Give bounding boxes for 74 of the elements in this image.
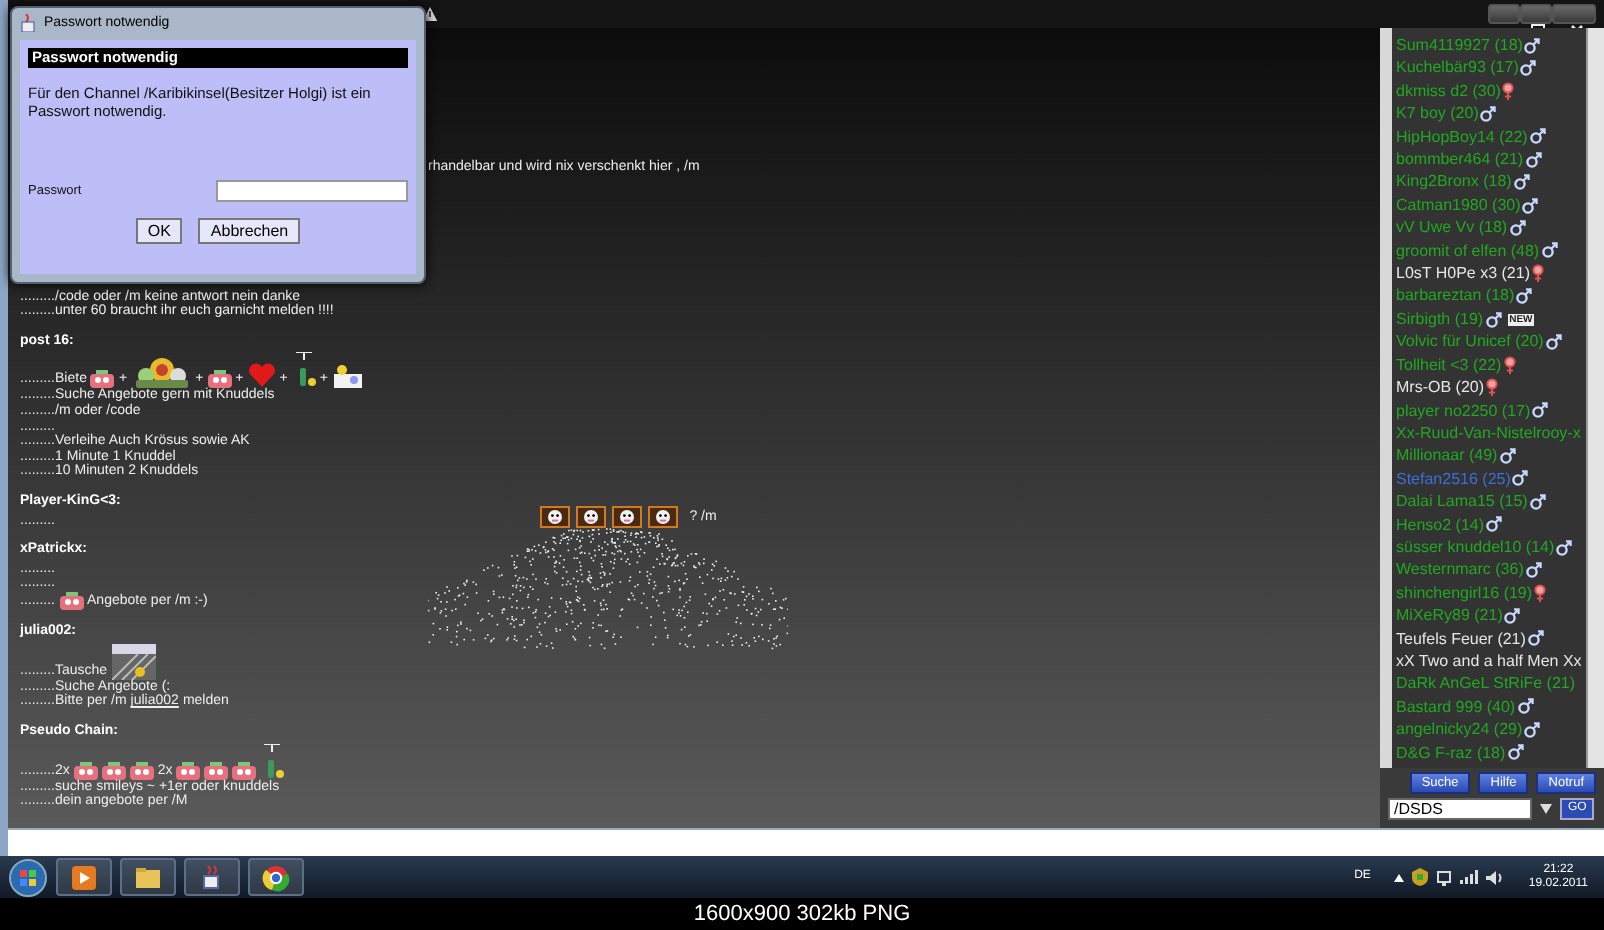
- user-name[interactable]: D&G F-raz (18): [1396, 741, 1506, 764]
- user-name[interactable]: xX Two and a half Men Xx: [1396, 649, 1582, 673]
- start-orb-icon[interactable]: [8, 857, 48, 897]
- signal-bars-icon[interactable]: [1460, 870, 1479, 884]
- chat-input-field[interactable]: [8, 828, 1604, 856]
- striped-banner-icon: [111, 643, 156, 679]
- user-name[interactable]: Sirbigth (19): [1396, 307, 1484, 331]
- media-player-icon: [70, 863, 98, 891]
- user-name[interactable]: Xx-Ruud-Van-Nistelrooy-x: [1396, 421, 1581, 445]
- command-field[interactable]: /DSDS: [1388, 798, 1532, 820]
- user-name[interactable]: Catman1980 (30): [1396, 193, 1521, 217]
- speaker-icon[interactable]: [1486, 869, 1505, 885]
- framed-smiley-icon: [611, 506, 642, 528]
- java-cup-icon: [20, 14, 36, 33]
- shield-icon[interactable]: [1412, 868, 1429, 886]
- sticker-icon: [73, 761, 98, 780]
- cake-icon: [331, 364, 364, 389]
- folder-icon: [134, 863, 162, 891]
- framed-smiley-icon: [539, 506, 570, 528]
- flower-bouquet-icon: [131, 356, 192, 389]
- user-name[interactable]: Westernmarc (36): [1396, 558, 1524, 582]
- taskbar-button[interactable]: [120, 858, 176, 896]
- user-name[interactable]: süsser knuddel10 (14): [1396, 535, 1555, 559]
- sticker-icon: [129, 761, 154, 780]
- sticker-icon: [207, 370, 232, 389]
- user-name[interactable]: vV Uwe Vv (18): [1396, 216, 1508, 240]
- user-name[interactable]: Stefan2516 (25): [1396, 467, 1511, 491]
- user-name[interactable]: dkmiss d2 (30): [1396, 79, 1501, 103]
- user-name[interactable]: bommber464 (21): [1396, 148, 1524, 171]
- taskbar-button[interactable]: [184, 858, 240, 896]
- bottle-icon: [260, 743, 285, 780]
- sticker-icon: [204, 761, 229, 780]
- user-name[interactable]: MiXeRy89 (21): [1396, 604, 1503, 628]
- user-name[interactable]: Dalai Lama15 (15): [1396, 490, 1528, 514]
- dropdown-caret-icon[interactable]: [1540, 804, 1552, 814]
- user-name[interactable]: Bastard 999 (40): [1396, 695, 1516, 719]
- user-name[interactable]: Millionaar (49): [1396, 444, 1498, 468]
- user-name[interactable]: player no2250 (17): [1396, 399, 1531, 422]
- taskbar-button[interactable]: [56, 858, 112, 896]
- sticker-icon: [59, 591, 84, 610]
- sticker-icon: [176, 761, 201, 780]
- bottle-icon: [291, 352, 316, 389]
- scrollbar[interactable]: [1586, 28, 1604, 768]
- dialog-button[interactable]: OK: [135, 217, 183, 244]
- user-name[interactable]: Kuchelbär93 (17): [1396, 56, 1519, 80]
- password-field[interactable]: [216, 179, 408, 202]
- network-icon[interactable]: [1436, 869, 1453, 885]
- heart-icon: [247, 362, 276, 389]
- framed-smiley-icon: [647, 506, 678, 528]
- user-name[interactable]: Teufels Feuer (21): [1396, 627, 1526, 650]
- browser-icon: [262, 863, 290, 891]
- user-name[interactable]: barbareztan (18): [1396, 284, 1515, 308]
- image-caption: 1600x900 302kb PNG: [693, 902, 911, 926]
- user-name[interactable]: L0sT H0Pe x3 (21): [1396, 262, 1530, 285]
- user-name[interactable]: Tollheit <3 (22): [1396, 353, 1502, 377]
- user-name[interactable]: Henso2 (14): [1396, 513, 1485, 536]
- user-name[interactable]: K7 boy (20): [1396, 102, 1479, 126]
- user-name[interactable]: angelnicky24 (29): [1396, 718, 1523, 742]
- sticker-icon: [232, 761, 257, 780]
- framed-smiley-icon: [575, 506, 606, 528]
- dialog-button[interactable]: Abbrechen: [198, 217, 301, 244]
- up-arrow-icon[interactable]: [1394, 873, 1405, 881]
- user-name[interactable]: groomit of elfen (48): [1396, 239, 1540, 263]
- sticker-icon: [90, 370, 115, 389]
- user-name[interactable]: shinchengirl16 (19): [1396, 581, 1533, 605]
- user-name[interactable]: King2Bronx (18): [1396, 170, 1512, 194]
- user-name[interactable]: Sum4119927 (18): [1396, 34, 1523, 57]
- user-name[interactable]: Mrs-OB (20): [1396, 376, 1484, 399]
- user-name[interactable]: DaRk AnGeL StRiFe (21): [1396, 672, 1576, 696]
- user-name[interactable]: HipHopBoy14 (22): [1396, 125, 1528, 149]
- scrollbar[interactable]: [1380, 28, 1392, 768]
- taskbar-button[interactable]: [248, 858, 304, 896]
- sticker-icon: [101, 761, 126, 780]
- user-name[interactable]: Volvic für Unicef (20): [1396, 330, 1544, 354]
